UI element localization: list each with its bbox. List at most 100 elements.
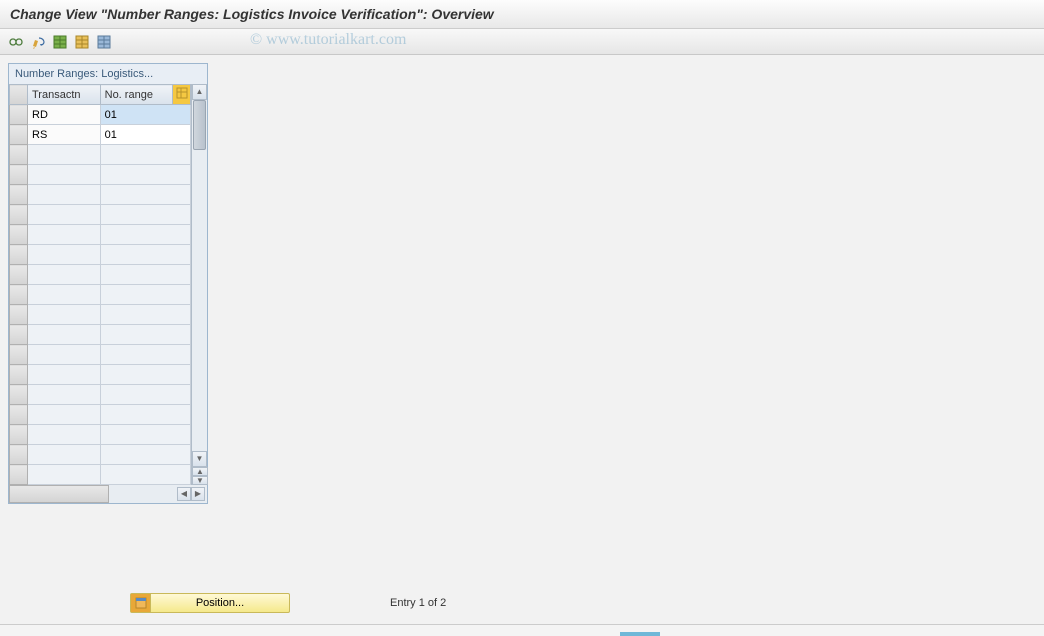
cell-empty[interactable] bbox=[100, 265, 190, 285]
row-selector[interactable] bbox=[10, 325, 28, 345]
table-row-empty[interactable] bbox=[10, 465, 191, 485]
table-row-empty[interactable] bbox=[10, 185, 191, 205]
table-row-empty[interactable] bbox=[10, 345, 191, 365]
table-row-empty[interactable] bbox=[10, 325, 191, 345]
row-selector[interactable] bbox=[10, 425, 28, 445]
column-transaction[interactable]: Transactn bbox=[28, 85, 101, 105]
select-all-button[interactable] bbox=[94, 32, 114, 52]
cell-empty[interactable] bbox=[100, 425, 190, 445]
scroll-track[interactable] bbox=[192, 100, 207, 451]
scroll-down-button[interactable]: ▼ bbox=[192, 451, 207, 467]
row-selector[interactable] bbox=[10, 165, 28, 185]
cell-empty[interactable] bbox=[100, 305, 190, 325]
scroll-right-button[interactable]: ▶ bbox=[191, 487, 205, 501]
table-settings-button[interactable] bbox=[173, 85, 191, 105]
row-selector[interactable] bbox=[10, 445, 28, 465]
table-row[interactable]: RD01 bbox=[10, 105, 191, 125]
cell-no-range[interactable]: 01 bbox=[100, 125, 190, 145]
table-row-empty[interactable] bbox=[10, 445, 191, 465]
page-down-button[interactable]: ▼ bbox=[192, 476, 208, 485]
position-button[interactable]: Position... bbox=[130, 593, 290, 613]
row-selector[interactable] bbox=[10, 285, 28, 305]
cell-empty[interactable] bbox=[100, 245, 190, 265]
row-selector[interactable] bbox=[10, 145, 28, 165]
table-view-button[interactable] bbox=[50, 32, 70, 52]
cell-empty[interactable] bbox=[100, 445, 190, 465]
cell-empty[interactable] bbox=[100, 405, 190, 425]
cell-empty[interactable] bbox=[28, 365, 101, 385]
cell-empty[interactable] bbox=[100, 185, 190, 205]
cell-empty[interactable] bbox=[28, 405, 101, 425]
column-no-range[interactable]: No. range bbox=[100, 85, 172, 105]
other-view-button[interactable] bbox=[6, 32, 26, 52]
vertical-scrollbar[interactable]: ▲ ▼ ▲ ▼ bbox=[191, 84, 207, 485]
cell-empty[interactable] bbox=[28, 225, 101, 245]
row-selector[interactable] bbox=[10, 405, 28, 425]
cell-empty[interactable] bbox=[28, 185, 101, 205]
table-row-empty[interactable] bbox=[10, 165, 191, 185]
change-button[interactable] bbox=[28, 32, 48, 52]
row-selector[interactable] bbox=[10, 125, 28, 145]
table-save-icon bbox=[74, 34, 90, 50]
scroll-left-button[interactable]: ◀ bbox=[177, 487, 191, 501]
cell-empty[interactable] bbox=[100, 225, 190, 245]
cell-empty[interactable] bbox=[28, 285, 101, 305]
cell-empty[interactable] bbox=[100, 345, 190, 365]
cell-transaction[interactable]: RD bbox=[28, 105, 101, 125]
cell-empty[interactable] bbox=[28, 425, 101, 445]
cell-empty[interactable] bbox=[28, 145, 101, 165]
table-row-empty[interactable] bbox=[10, 305, 191, 325]
row-selector[interactable] bbox=[10, 185, 28, 205]
row-selector[interactable] bbox=[10, 465, 28, 485]
table-row-empty[interactable] bbox=[10, 145, 191, 165]
cell-empty[interactable] bbox=[28, 345, 101, 365]
table-row-empty[interactable] bbox=[10, 405, 191, 425]
cell-empty[interactable] bbox=[100, 465, 190, 485]
cell-transaction[interactable]: RS bbox=[28, 125, 101, 145]
select-all-header[interactable] bbox=[10, 85, 28, 105]
cell-empty[interactable] bbox=[28, 205, 101, 225]
bottom-selector[interactable] bbox=[9, 485, 109, 503]
table-row-empty[interactable] bbox=[10, 365, 191, 385]
row-selector[interactable] bbox=[10, 385, 28, 405]
cell-empty[interactable] bbox=[100, 145, 190, 165]
accent-strip bbox=[620, 632, 660, 636]
cell-empty[interactable] bbox=[100, 205, 190, 225]
row-selector[interactable] bbox=[10, 105, 28, 125]
cell-empty[interactable] bbox=[28, 305, 101, 325]
row-selector[interactable] bbox=[10, 225, 28, 245]
cell-empty[interactable] bbox=[28, 445, 101, 465]
save-button[interactable] bbox=[72, 32, 92, 52]
table-row-empty[interactable] bbox=[10, 225, 191, 245]
row-selector[interactable] bbox=[10, 365, 28, 385]
scroll-up-button[interactable]: ▲ bbox=[192, 84, 207, 100]
cell-empty[interactable] bbox=[28, 325, 101, 345]
scroll-thumb[interactable] bbox=[193, 100, 206, 150]
table-row-empty[interactable] bbox=[10, 425, 191, 445]
cell-empty[interactable] bbox=[28, 385, 101, 405]
row-selector[interactable] bbox=[10, 245, 28, 265]
page-up-button[interactable]: ▲ bbox=[192, 467, 208, 476]
table-row-empty[interactable] bbox=[10, 245, 191, 265]
cell-empty[interactable] bbox=[28, 465, 101, 485]
table-row-empty[interactable] bbox=[10, 265, 191, 285]
cell-empty[interactable] bbox=[28, 165, 101, 185]
cell-empty[interactable] bbox=[28, 245, 101, 265]
toolbar: © www.tutorialkart.com bbox=[0, 29, 1044, 55]
table-row[interactable]: RS01 bbox=[10, 125, 191, 145]
cell-empty[interactable] bbox=[28, 265, 101, 285]
table-row-empty[interactable] bbox=[10, 385, 191, 405]
row-selector[interactable] bbox=[10, 265, 28, 285]
cell-empty[interactable] bbox=[100, 325, 190, 345]
cell-empty[interactable] bbox=[100, 285, 190, 305]
cell-empty[interactable] bbox=[100, 365, 190, 385]
row-selector[interactable] bbox=[10, 305, 28, 325]
row-selector[interactable] bbox=[10, 205, 28, 225]
table-row-empty[interactable] bbox=[10, 205, 191, 225]
cell-empty[interactable] bbox=[100, 385, 190, 405]
table-row-empty[interactable] bbox=[10, 285, 191, 305]
cell-no-range[interactable]: 01 bbox=[100, 105, 190, 125]
cell-empty[interactable] bbox=[100, 165, 190, 185]
table-blue-icon bbox=[96, 34, 112, 50]
row-selector[interactable] bbox=[10, 345, 28, 365]
